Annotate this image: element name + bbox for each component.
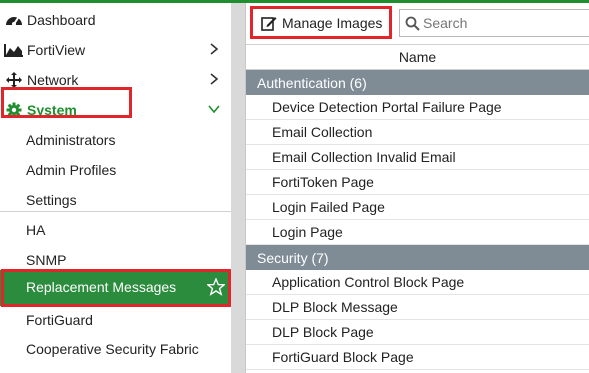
table-row[interactable]: DLP Block Page: [246, 320, 589, 345]
edit-icon: [261, 16, 277, 31]
search-input[interactable]: [423, 15, 583, 31]
group-header-security[interactable]: Security (7): [246, 245, 589, 270]
sidebar-item-label: Admin Profiles: [26, 162, 117, 178]
sidebar-item-label: Settings: [26, 192, 77, 208]
table-row[interactable]: Application Control Block Page: [246, 270, 589, 295]
row-name: Email Collection Invalid Email: [272, 149, 456, 165]
row-name: Email Collection: [272, 124, 373, 140]
group-header-label: Security (7): [257, 249, 329, 266]
sidebar-item-administrators[interactable]: Administrators: [0, 125, 231, 155]
sidebar-item-cooperative-security-fabric[interactable]: Cooperative Security Fabric: [26, 341, 206, 358]
sidebar-item-label: FortiView: [27, 42, 86, 58]
replacement-messages-highlight-box: [1, 269, 231, 307]
sidebar-item-label: Dashboard: [27, 12, 96, 28]
pane-divider[interactable]: [231, 3, 246, 373]
dashboard-icon: [4, 12, 24, 28]
column-header-name[interactable]: Name: [246, 44, 589, 70]
row-name: Login Page: [272, 224, 343, 240]
sidebar-item-label: Cooperative Security Fabric: [26, 341, 199, 357]
row-name: DLP Block Page: [272, 324, 374, 340]
sidebar: Dashboard FortiView Network System Admin…: [0, 3, 231, 373]
manage-images-label: Manage Images: [282, 14, 383, 31]
table-row[interactable]: Email Collection: [246, 120, 589, 145]
chevron-right-icon: [210, 73, 219, 85]
table-row[interactable]: Login Failed Page: [246, 195, 589, 220]
sidebar-divider: [0, 211, 231, 212]
group-header-authentication[interactable]: Authentication (6): [246, 70, 589, 95]
sidebar-item-label: Administrators: [26, 132, 116, 148]
row-name: FortiToken Page: [272, 174, 374, 190]
column-header-label: Name: [398, 49, 437, 65]
row-name: Login Failed Page: [272, 199, 385, 215]
system-highlight-box: [1, 87, 132, 118]
sidebar-item-label: FortiGuard: [26, 312, 93, 328]
manage-images-button[interactable]: Manage Images: [250, 6, 392, 39]
sidebar-item-label: HA: [26, 222, 46, 238]
row-name: Device Detection Portal Failure Page: [272, 99, 502, 115]
table-row[interactable]: FortiGuard Block Page: [246, 345, 589, 370]
table-row[interactable]: Email Collection Invalid Email: [246, 145, 589, 170]
chevron-right-icon: [210, 43, 219, 55]
sidebar-item-label: SNMP: [26, 252, 67, 268]
row-name: DLP Block Message: [272, 299, 398, 315]
chevron-down-icon: [208, 105, 220, 114]
group-header-label: Authentication (6): [257, 74, 367, 91]
network-icon: [4, 72, 24, 88]
row-name: FortiGuard Block Page: [272, 349, 414, 365]
sidebar-item-admin-profiles[interactable]: Admin Profiles: [0, 155, 231, 185]
table-row[interactable]: Login Page: [246, 220, 589, 245]
search-box[interactable]: [399, 9, 589, 37]
table-row[interactable]: FortiToken Page: [246, 170, 589, 195]
sidebar-item-label: Network: [27, 72, 79, 88]
row-name: Application Control Block Page: [272, 274, 465, 290]
sidebar-item-fortiguard[interactable]: FortiGuard: [0, 305, 231, 335]
sidebar-item-dashboard[interactable]: Dashboard: [0, 5, 231, 35]
search-icon: [405, 16, 420, 31]
table-row[interactable]: DLP Block Message: [246, 295, 589, 320]
table-row[interactable]: Device Detection Portal Failure Page: [246, 95, 589, 120]
sidebar-item-fortiview[interactable]: FortiView: [0, 35, 231, 65]
sidebar-item-ha[interactable]: HA: [0, 215, 231, 245]
fortiview-icon: [4, 42, 24, 58]
